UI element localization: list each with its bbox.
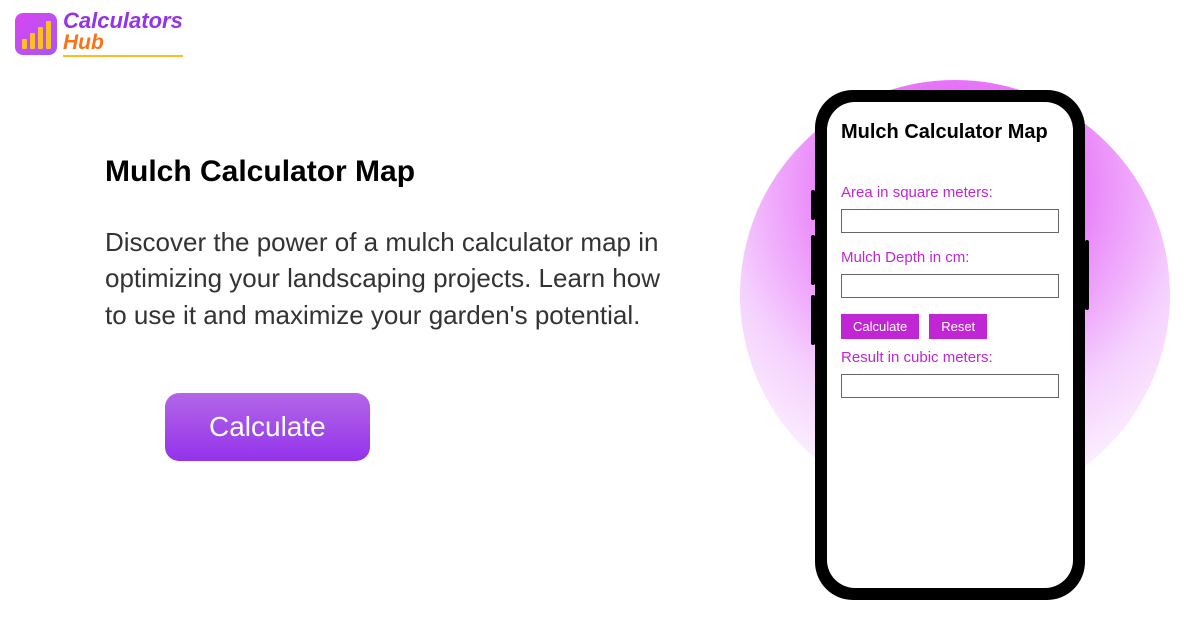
phone-screen: Mulch Calculator Map Area in square mete… [827,102,1073,588]
area-label: Area in square meters: [841,184,1059,201]
phone-side-button-icon [811,235,815,285]
depth-label: Mulch Depth in cm: [841,249,1059,266]
page-title: Mulch Calculator Map [105,155,665,189]
phone-side-button-icon [811,295,815,345]
phone-side-button-icon [811,190,815,220]
area-input[interactable] [841,209,1059,233]
result-label: Result in cubic meters: [841,349,1059,366]
button-row: Calculate Reset [841,314,1059,339]
phone-mockup: Mulch Calculator Map Area in square mete… [815,90,1085,600]
logo-text-top: Calculators [63,10,183,32]
depth-input[interactable] [841,274,1059,298]
page-description: Discover the power of a mulch calculator… [105,224,665,333]
logo-text-bottom: Hub [63,32,183,57]
logo-text: Calculators Hub [63,10,183,57]
phone-reset-button[interactable]: Reset [929,314,987,339]
brand-logo[interactable]: Calculators Hub [15,10,183,57]
hero-content: Mulch Calculator Map Discover the power … [105,155,665,461]
calculator-bars-icon [15,13,57,55]
calculate-cta-button[interactable]: Calculate [165,393,370,461]
phone-app-title: Mulch Calculator Map [841,120,1059,144]
phone-calculate-button[interactable]: Calculate [841,314,919,339]
result-output [841,374,1059,398]
phone-side-button-icon [1085,240,1089,310]
